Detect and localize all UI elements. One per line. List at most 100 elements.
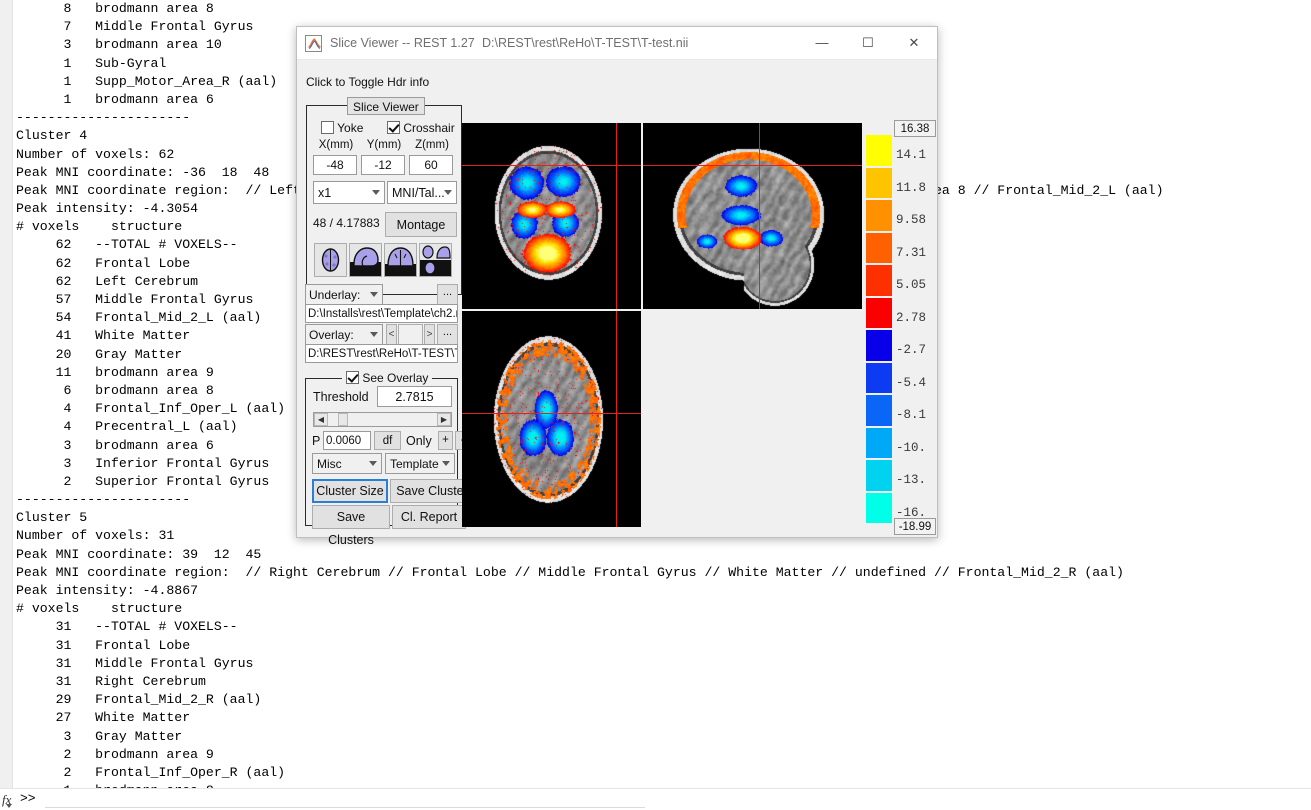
overlay-prev-button[interactable]: < xyxy=(386,324,397,345)
threshold-slider[interactable]: ◀ ▶ xyxy=(313,412,452,427)
axial-slice-view[interactable] xyxy=(462,311,641,527)
axial-view-button[interactable] xyxy=(314,243,347,277)
minimize-button[interactable]: — xyxy=(799,27,845,59)
overlay-index-field[interactable] xyxy=(398,324,423,345)
slider-thumb[interactable] xyxy=(338,413,348,426)
close-button[interactable]: ✕ xyxy=(891,27,937,59)
montage-button[interactable]: Montage xyxy=(385,212,457,237)
y-coord-input[interactable]: -12 xyxy=(361,155,405,175)
command-output-line: 31 Right Cerebrum xyxy=(16,673,206,689)
matlab-app-icon xyxy=(305,35,322,52)
misc-value: Misc xyxy=(317,457,342,471)
colorbar-swatch xyxy=(866,427,892,458)
colorbar-tick-label: 14.1 xyxy=(896,148,927,162)
see-overlay-checkbox-box[interactable] xyxy=(346,371,359,384)
coronal-view-button[interactable] xyxy=(384,243,417,277)
command-output-line: 29 Frontal_Mid_2_R (aal) xyxy=(16,692,262,708)
slice-viewer-titlebar[interactable]: Slice Viewer -- REST 1.27 D:\REST\rest\R… xyxy=(297,27,937,60)
chevron-down-icon xyxy=(369,461,377,466)
chevron-down-icon xyxy=(442,461,450,466)
save-clusters-button[interactable]: Save Clusters xyxy=(312,505,390,547)
underlay-path-field[interactable]: D:\Installs\rest\Template\ch2.nii xyxy=(305,304,458,323)
coronal-slice-view[interactable] xyxy=(462,123,641,309)
threshold-label: Threshold xyxy=(313,390,369,404)
sagittal-view-button[interactable] xyxy=(349,243,382,277)
command-window-gutter xyxy=(0,0,13,788)
only-plus-button[interactable]: + xyxy=(438,431,453,450)
toggle-hdr-info-link[interactable]: Click to Toggle Hdr info xyxy=(306,74,429,90)
command-output-line: 31 Frontal Lobe xyxy=(16,637,191,653)
colorbar-swatch xyxy=(866,200,892,231)
coordinate-space-select[interactable]: MNI/Tal... xyxy=(387,181,457,204)
cluster-size-button[interactable]: Cluster Size xyxy=(312,479,388,503)
command-prompt-bar: fx >> xyxy=(0,788,1311,810)
command-output-line: Peak intensity: -4.8867 xyxy=(16,583,199,598)
command-output-line: 8 brodmann area 8 xyxy=(16,1,214,16)
x-coord-input[interactable]: -48 xyxy=(313,155,357,175)
chevron-down-icon xyxy=(370,292,378,297)
overlay-browse-button[interactable]: ... xyxy=(437,324,458,345)
z-axis-label: Z(mm) xyxy=(415,139,449,151)
command-output-line: # voxels structure xyxy=(16,601,183,617)
colorbar: 16.38 -18.99 14.1 11.8 9.58 7.31 5.05 2.78 -2.… xyxy=(866,118,936,538)
p-value-input[interactable]: 0.0060 xyxy=(323,431,371,450)
command-output-line: 31 --TOTAL # VOXELS-- xyxy=(16,619,238,635)
see-overlay-label: See Overlay xyxy=(362,371,429,385)
crosshair-checkbox[interactable]: Crosshair xyxy=(387,121,455,135)
colorbar-swatch xyxy=(866,330,892,361)
colorbar-swatch xyxy=(866,492,892,523)
underlay-browse-button[interactable]: ... xyxy=(437,284,458,305)
slice-viewer-file-path: D:\REST\rest\ReHo\T-TEST\T-test.nii xyxy=(482,36,689,50)
crosshair-checkbox-box[interactable] xyxy=(387,121,400,134)
overlay-next-button[interactable]: > xyxy=(424,324,435,345)
colorbar-swatch xyxy=(866,395,892,426)
sagittal-slice-view[interactable] xyxy=(643,123,862,309)
colorbar-tick-label: -8.1 xyxy=(896,408,927,422)
colorbar-swatch xyxy=(866,265,892,296)
slider-right-arrow-icon[interactable]: ▶ xyxy=(437,413,451,426)
axial-canvas xyxy=(462,311,641,527)
colorbar-tick-label: 7.31 xyxy=(896,245,927,260)
slice-viewer-title: Slice Viewer -- REST 1.27 xyxy=(330,36,475,50)
see-overlay-panel: See Overlay Threshold 2.7815 ◀ ▶ P 0.006… xyxy=(305,370,474,547)
underlay-select[interactable]: Underlay: xyxy=(305,284,383,305)
colorbar-tick-label: -16. xyxy=(896,505,927,520)
overlay-select[interactable]: Overlay: xyxy=(305,324,383,345)
command-output-line: 2 brodmann area 9 xyxy=(16,746,214,762)
p-value-label: P xyxy=(312,434,321,448)
panel-title: Slice Viewer xyxy=(347,97,425,115)
colorbar-tick-label: -2.7 xyxy=(896,343,927,357)
maximize-button[interactable]: ☐ xyxy=(845,27,891,59)
slice-viewer-controls-panel: Slice Viewer Yoke Crosshair X(mm) Y(mm) … xyxy=(306,97,462,295)
cluster-report-button[interactable]: Cl. Report xyxy=(392,505,466,529)
axial-brain-icon xyxy=(321,248,340,272)
colorbar-tick-label: -5.4 xyxy=(896,375,927,390)
df-button[interactable]: df xyxy=(374,431,401,450)
colorbar-tick-label: -13. xyxy=(896,473,927,487)
command-output-line: 27 White Matter xyxy=(16,710,191,726)
coronal-canvas xyxy=(462,123,641,309)
misc-select[interactable]: Misc xyxy=(312,453,382,474)
command-input[interactable] xyxy=(45,793,645,808)
colorbar-min-input[interactable]: -18.99 xyxy=(894,518,936,535)
colorbar-swatch xyxy=(866,460,892,491)
template-select[interactable]: Template xyxy=(385,453,455,474)
zoom-level-select[interactable]: x1 xyxy=(313,181,385,204)
fx-dropdown-caret-icon[interactable] xyxy=(6,804,12,808)
y-axis-label: Y(mm) xyxy=(366,139,402,151)
command-output-line: 3 Gray Matter xyxy=(16,728,183,744)
slider-left-arrow-icon[interactable]: ◀ xyxy=(314,413,328,426)
montage-view-button[interactable] xyxy=(419,243,452,277)
yoke-checkbox[interactable]: Yoke xyxy=(321,121,363,135)
threshold-input[interactable]: 2.7815 xyxy=(377,386,452,407)
montage-brain-icon xyxy=(420,245,451,276)
yoke-checkbox-box[interactable] xyxy=(321,121,334,134)
chevron-down-icon xyxy=(370,332,378,337)
colorbar-tick-label: 5.05 xyxy=(896,278,927,292)
colorbar-max-input[interactable]: 16.38 xyxy=(894,120,936,137)
overlay-path-field[interactable]: D:\REST\rest\ReHo\T-TEST\T-te xyxy=(305,344,458,363)
colorbar-tick-label: 11.8 xyxy=(896,180,927,195)
prompt-chevrons: >> xyxy=(20,791,36,806)
see-overlay-checkbox[interactable]: See Overlay xyxy=(342,370,433,387)
z-coord-input[interactable]: 60 xyxy=(409,155,453,175)
